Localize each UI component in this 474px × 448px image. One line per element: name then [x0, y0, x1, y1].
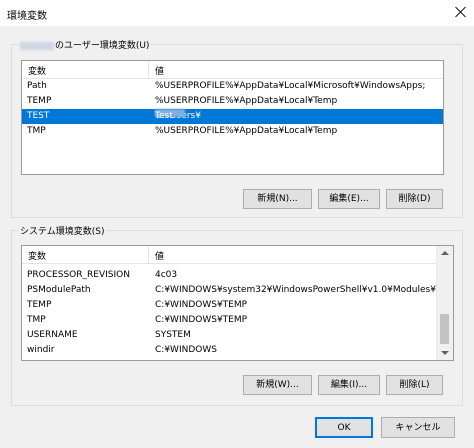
variable-name: TEMP: [27, 96, 52, 106]
redacted-username: [20, 41, 54, 50]
scroll-down-icon[interactable]: [441, 351, 449, 355]
column-header-variable[interactable]: 変数: [28, 249, 46, 262]
system-list-header: 変数 値: [22, 246, 453, 264]
system-variables-list[interactable]: 変数 値 PROCESSOR_REVISION 4c03 PSModulePat…: [21, 245, 454, 361]
variable-name: TEMP: [27, 300, 52, 310]
variable-value: 4c03: [155, 270, 178, 280]
user-new-button[interactable]: 新規(N)...: [243, 189, 312, 209]
column-header-value[interactable]: 値: [155, 249, 164, 262]
variable-value: %USERPROFILE%¥AppData¥Local¥Microsoft¥Wi…: [155, 81, 426, 91]
cancel-button[interactable]: キャンセル: [381, 417, 455, 438]
user-row-test[interactable]: TEST C:¥Users¥Test: [22, 109, 443, 124]
system-row-psmodulepath[interactable]: PSModulePath C:¥WINDOWS¥system32¥Windows…: [22, 283, 453, 298]
variable-name: PSModulePath: [27, 285, 91, 295]
system-row-processor-revision[interactable]: PROCESSOR_REVISION 4c03: [22, 268, 453, 283]
user-row-path[interactable]: Path %USERPROFILE%¥AppData¥Local¥Microso…: [22, 79, 443, 94]
variable-value: C:¥WINDOWS¥TEMP: [155, 300, 248, 310]
scroll-up-icon[interactable]: [441, 251, 449, 255]
variable-name: Path: [27, 81, 47, 91]
column-separator[interactable]: [148, 61, 149, 78]
system-row-tmp[interactable]: TMP C:¥WINDOWS¥TEMP: [22, 313, 453, 328]
system-row-temp[interactable]: TEMP C:¥WINDOWS¥TEMP: [22, 298, 453, 313]
system-row-username[interactable]: USERNAME SYSTEM: [22, 328, 453, 343]
system-delete-button[interactable]: 削除(L): [386, 375, 443, 395]
user-delete-button[interactable]: 削除(D): [386, 189, 443, 209]
user-row-tmp[interactable]: TMP %USERPROFILE%¥AppData¥Local¥Temp: [22, 124, 443, 139]
user-row-temp[interactable]: TEMP %USERPROFILE%¥AppData¥Local¥Temp: [22, 94, 443, 109]
ok-button[interactable]: OK: [315, 417, 373, 438]
variable-value: SYSTEM: [155, 330, 191, 340]
column-separator[interactable]: [148, 246, 149, 263]
variable-name: TMP: [27, 315, 46, 325]
variable-name: PROCESSOR_REVISION: [27, 270, 130, 280]
variable-value: C:¥WINDOWS: [155, 345, 217, 355]
variable-name: TEST: [27, 111, 50, 121]
system-new-button[interactable]: 新規(W)...: [243, 375, 312, 395]
window-title: 環境変数: [7, 11, 47, 22]
system-row-windir[interactable]: windir C:¥WINDOWS: [22, 343, 453, 358]
variable-value: C:¥WINDOWS¥system32¥WindowsPowerShell¥v1…: [155, 285, 436, 295]
system-list-scrollbar[interactable]: [436, 246, 453, 360]
variable-name: USERNAME: [27, 330, 78, 340]
user-list-header: 変数 値: [22, 61, 443, 79]
user-variables-list[interactable]: 変数 値 Path %USERPROFILE%¥AppData¥Local¥Mi…: [21, 60, 444, 175]
title-bar: 環境変数: [0, 0, 474, 26]
variable-value: C:¥WINDOWS¥TEMP: [155, 315, 248, 325]
variable-name: windir: [27, 345, 55, 355]
variable-value: %USERPROFILE%¥AppData¥Local¥Temp: [155, 96, 338, 106]
variable-value: %USERPROFILE%¥AppData¥Local¥Temp: [155, 126, 338, 136]
column-header-value[interactable]: 値: [155, 64, 164, 77]
close-icon[interactable]: [454, 5, 468, 19]
system-variables-legend: システム環境変数(S): [20, 227, 105, 237]
user-variables-legend: のユーザー環境変数(U): [18, 38, 151, 51]
system-edit-button[interactable]: 編集(I)...: [318, 375, 380, 395]
column-header-variable[interactable]: 変数: [28, 64, 46, 77]
variable-name: TMP: [27, 126, 46, 136]
user-edit-button[interactable]: 編集(E)...: [318, 189, 380, 209]
scrollbar-thumb[interactable]: [440, 314, 449, 344]
